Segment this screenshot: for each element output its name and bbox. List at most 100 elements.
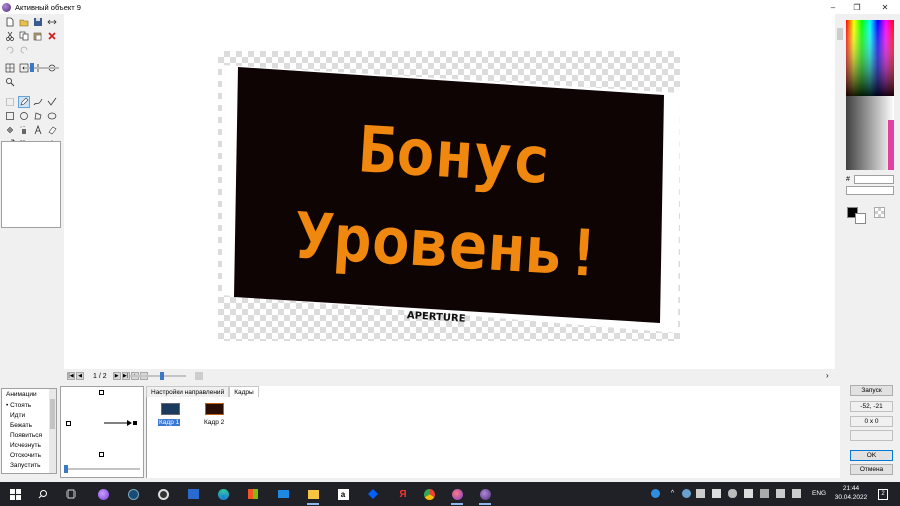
dropbox-icon[interactable] (364, 485, 382, 503)
clock-date[interactable]: 30.04.2022 (832, 494, 870, 501)
cloud-tray-icon[interactable] (728, 489, 737, 498)
animations-scroll-thumb[interactable] (50, 399, 55, 429)
photo-app-icon[interactable] (184, 485, 202, 503)
direction-handle-up[interactable] (99, 390, 104, 395)
copy-icon[interactable] (18, 30, 30, 42)
edge-icon[interactable] (214, 485, 232, 503)
undo-icon[interactable] (4, 44, 16, 56)
next-frame-button[interactable]: ▶ (112, 372, 121, 380)
list-item[interactable]: Исчезнуть (2, 441, 56, 451)
save-icon[interactable] (32, 16, 44, 28)
amazon-icon[interactable]: a (334, 485, 352, 503)
grid-icon[interactable] (4, 62, 16, 74)
ellipse-icon[interactable] (18, 110, 30, 122)
new-icon[interactable] (4, 16, 16, 28)
pencil-icon[interactable] (18, 96, 30, 108)
task-view-icon[interactable] (62, 485, 80, 503)
background-color-swatch[interactable] (855, 213, 866, 224)
language-indicator[interactable]: ENG (812, 490, 826, 497)
prev-frame-button[interactable]: ◀ (76, 372, 84, 380)
direction-selector[interactable] (60, 386, 144, 478)
transparent-color-swatch[interactable] (874, 207, 885, 218)
animation-speed-track[interactable] (64, 468, 140, 470)
volume-icon[interactable] (792, 489, 801, 498)
list-item[interactable]: Бежать (2, 421, 56, 431)
redo-icon[interactable] (18, 44, 30, 56)
list-item[interactable]: Появиться (2, 431, 56, 441)
clickteam-fusion-icon[interactable] (476, 485, 494, 505)
animation-speed-thumb[interactable] (64, 465, 68, 473)
cut-icon[interactable] (4, 30, 16, 42)
hex-input[interactable] (854, 175, 894, 184)
list-item[interactable]: • Стоять (2, 401, 56, 411)
tab-frames[interactable]: Кадры (229, 386, 259, 397)
flip-icon[interactable] (46, 16, 58, 28)
chevron-up-icon[interactable]: ^ (668, 489, 677, 498)
shape-icon[interactable] (46, 110, 58, 122)
rectangle-icon[interactable] (4, 110, 16, 122)
brush-icon[interactable] (32, 96, 44, 108)
help-tray-icon[interactable] (651, 489, 660, 498)
speed-slider-thumb[interactable] (160, 372, 164, 380)
fill-icon[interactable] (4, 124, 16, 136)
first-frame-button[interactable]: |◀ (67, 372, 75, 380)
clock-time[interactable]: 21:44 (836, 485, 866, 492)
delete-icon[interactable] (46, 30, 58, 42)
search-icon[interactable] (34, 485, 52, 503)
list-item[interactable]: Идти (2, 411, 56, 421)
discord-tray-icon[interactable] (696, 489, 705, 498)
vertical-scroll-thumb[interactable] (837, 28, 843, 40)
paste-icon[interactable] (32, 30, 44, 42)
launch-button[interactable]: Запуск (850, 385, 893, 396)
maximize-button[interactable]: ❐ (842, 0, 872, 14)
image-caption: APERTURE (407, 310, 466, 325)
frame-thumbnail-1[interactable] (161, 403, 180, 415)
eraser-icon[interactable] (46, 124, 58, 136)
zoom-icon[interactable] (4, 76, 16, 88)
zoom-slider-thumb[interactable] (30, 63, 34, 72)
clickteam-app-icon[interactable] (448, 485, 466, 505)
tab-direction-settings[interactable]: Настройки направлений (146, 386, 230, 397)
app-tray-icon[interactable] (712, 489, 721, 498)
notification-center-icon[interactable]: 2 (878, 489, 888, 500)
battery-icon[interactable] (760, 489, 769, 498)
obs-icon[interactable] (154, 485, 172, 503)
ok-button[interactable]: OK (850, 450, 893, 461)
direction-handle-down[interactable] (99, 452, 104, 457)
alice-assistant-icon[interactable] (94, 485, 112, 503)
list-item[interactable]: Отскочить (2, 451, 56, 461)
mail-icon[interactable] (274, 485, 292, 503)
steam-tray-icon[interactable] (682, 489, 691, 498)
canvas-vertical-scrollbar[interactable] (835, 14, 844, 369)
steam-icon[interactable] (124, 485, 142, 503)
select-rect-icon[interactable] (4, 96, 16, 108)
speed-slider-track[interactable] (130, 375, 186, 377)
frame-label-1[interactable]: Кадр 1 (158, 419, 181, 426)
frame-label-2[interactable]: Кадр 2 (204, 419, 224, 426)
image-heading-line1: Бонус (356, 113, 553, 199)
scroll-right-icon[interactable]: › (826, 371, 829, 380)
last-frame-button[interactable]: ▶| (121, 372, 130, 380)
horizontal-scroll-thumb[interactable] (195, 372, 203, 380)
sprite-image: Бонус Уровень! APERTURE (222, 65, 680, 333)
chrome-icon[interactable] (420, 485, 438, 503)
direction-handle-left[interactable] (66, 421, 71, 426)
color-palette[interactable] (846, 20, 894, 170)
text-icon[interactable] (32, 124, 44, 136)
close-button[interactable]: ✕ (870, 0, 900, 14)
color-value-field[interactable] (846, 186, 894, 195)
polygon-icon[interactable] (32, 110, 44, 122)
network-icon[interactable] (776, 489, 785, 498)
list-item[interactable]: Запустить (2, 461, 56, 471)
windows-start-icon[interactable] (6, 485, 24, 503)
open-icon[interactable] (18, 16, 30, 28)
microphone-tray-icon[interactable] (744, 489, 753, 498)
frame-thumbnail-2[interactable] (205, 403, 224, 415)
cancel-button[interactable]: Отмена (850, 464, 893, 475)
yandex-browser-icon[interactable]: Я (394, 485, 412, 503)
line-tool-icon[interactable] (46, 96, 58, 108)
file-explorer-icon[interactable] (304, 485, 322, 505)
title-bar: Активный объект 9 – ❐ ✕ (0, 0, 900, 14)
spray-icon[interactable] (18, 124, 30, 136)
store-icon[interactable] (244, 485, 262, 503)
